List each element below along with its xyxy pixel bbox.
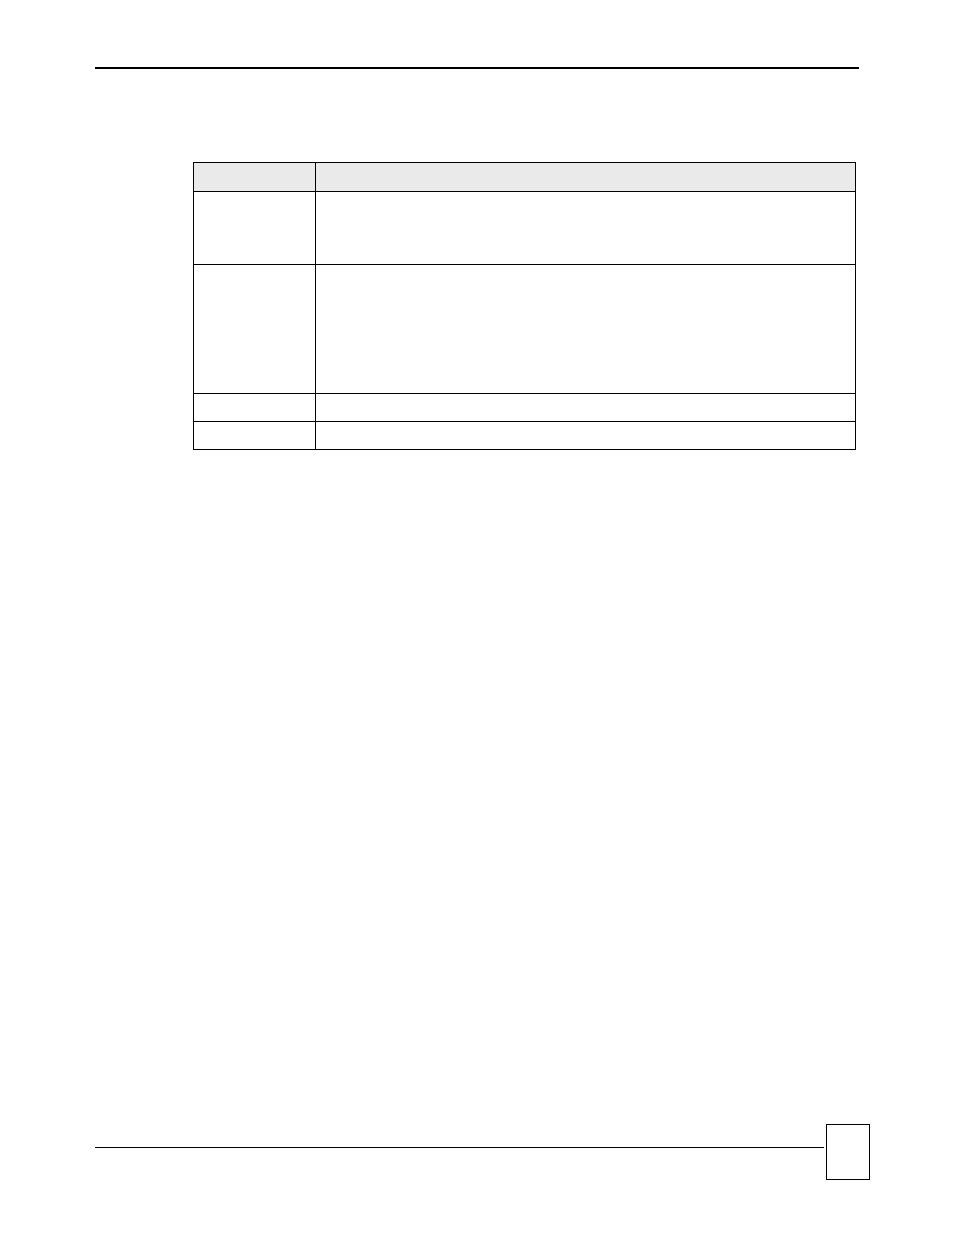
table-cell (315, 192, 855, 265)
table-row (194, 422, 856, 450)
header-rule (95, 67, 859, 69)
table-row (194, 265, 856, 394)
table-header-row (194, 163, 856, 192)
table-cell (315, 394, 855, 422)
document-page (0, 0, 954, 1235)
table-cell (194, 192, 316, 265)
table-cell (315, 422, 855, 450)
table-header-cell (315, 163, 855, 192)
page-number-box (826, 1124, 870, 1180)
table-cell (194, 394, 316, 422)
table-cell (315, 265, 855, 394)
table-row (194, 394, 856, 422)
data-table (193, 162, 856, 450)
table-row (194, 192, 856, 265)
content-area (193, 162, 856, 450)
table-header-cell (194, 163, 316, 192)
table-cell (194, 265, 316, 394)
footer-rule (95, 1147, 824, 1148)
table-cell (194, 422, 316, 450)
